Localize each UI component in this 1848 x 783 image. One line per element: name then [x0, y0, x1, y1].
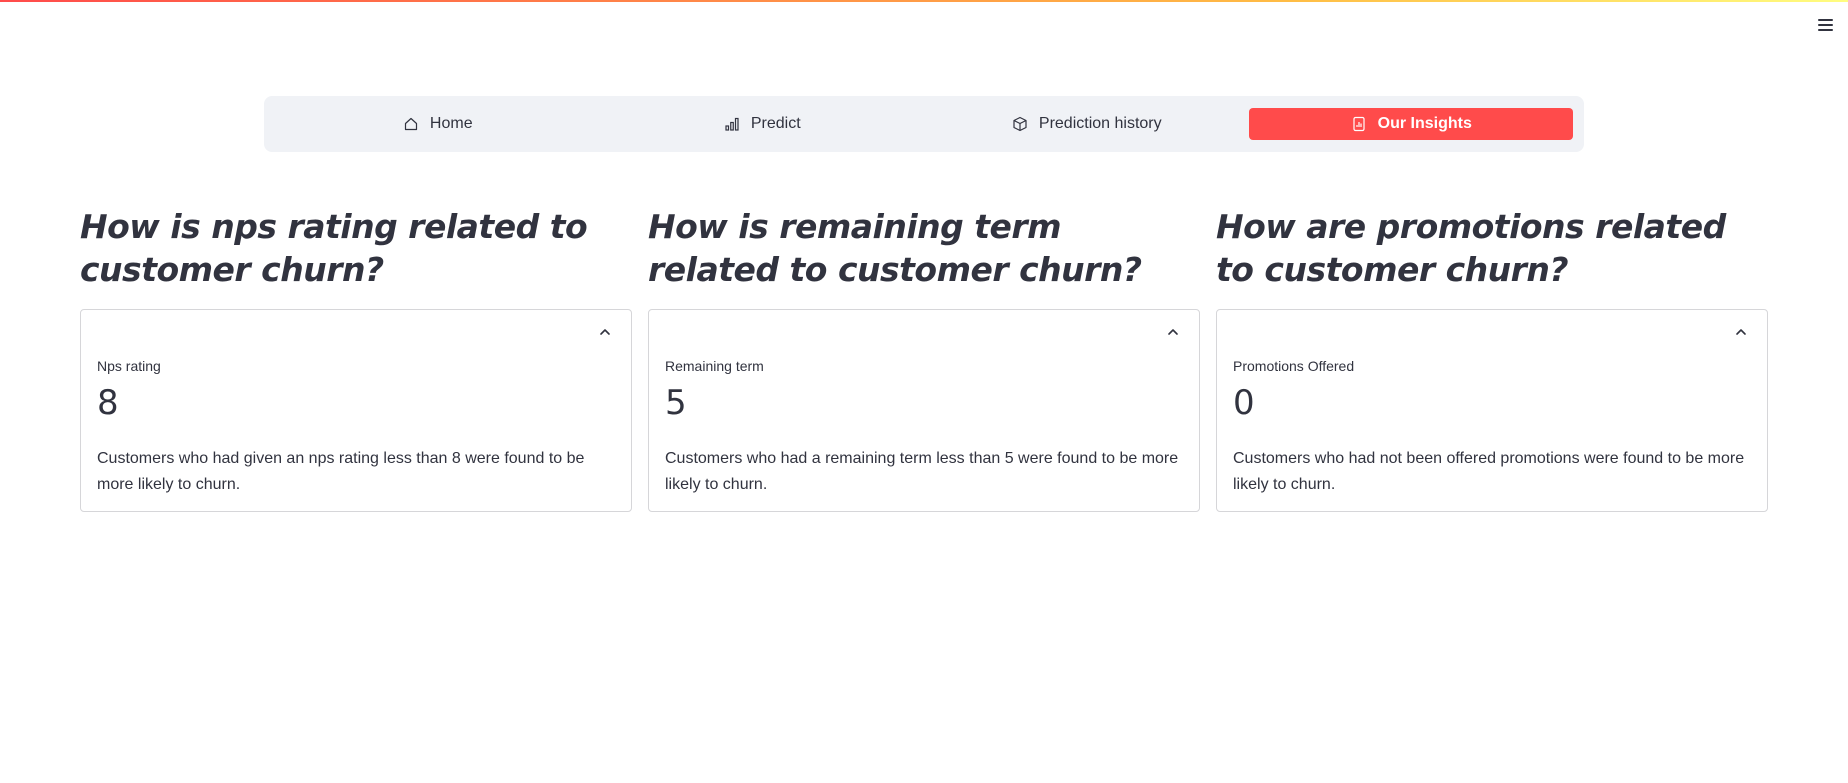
insight-description: Customers who had given an nps rating le… [97, 450, 585, 493]
nav-item-label: Our Insights [1377, 115, 1472, 132]
insight-title: How is nps rating related to customer ch… [80, 207, 588, 289]
collapse-toggle[interactable] [1165, 324, 1181, 340]
insight-description: Customers who had a remaining term less … [665, 450, 1179, 493]
nav-item-home[interactable]: Home [275, 108, 600, 140]
metric-label: Nps rating [97, 358, 161, 374]
insight-title: How is remaining term related to custome… [648, 207, 1142, 289]
main-menu-button[interactable] [1814, 14, 1836, 36]
insight-column-remaining-term: How is remaining term related to custome… [648, 205, 1200, 512]
chevron-up-icon [1736, 329, 1746, 335]
metric-value: 8 [97, 383, 119, 423]
insight-column-promotions: How are promotions related to customer c… [1216, 205, 1768, 512]
nav-item-label: Home [429, 115, 473, 132]
bar-chart-icon [723, 115, 741, 133]
hamburger-icon-line [1817, 29, 1833, 31]
chevron-up-icon [1168, 329, 1178, 335]
nav-item-predict[interactable]: Predict [600, 108, 925, 140]
insight-description: Customers who had not been offered promo… [1233, 450, 1745, 493]
nav-item-label: Predict [750, 115, 801, 132]
hamburger-icon-line [1817, 24, 1833, 26]
insight-expander: Nps rating 8 Customers who had given an … [80, 309, 632, 512]
top-decoration-bar [0, 0, 1848, 2]
insight-expander: Remaining term 5 Customers who had a rem… [648, 309, 1200, 512]
hamburger-icon [1817, 19, 1833, 21]
chevron-up-icon [600, 329, 610, 335]
nav-item-our-insights[interactable]: Our Insights [1248, 108, 1573, 140]
collapse-toggle[interactable] [1733, 324, 1749, 340]
insights-columns: How is nps rating related to customer ch… [80, 205, 1768, 512]
metric-value: 5 [665, 383, 687, 423]
metric-label: Promotions Offered [1233, 358, 1355, 374]
metric-value: 0 [1233, 383, 1255, 423]
collapse-toggle[interactable] [597, 324, 613, 340]
insight-title: How are promotions related to customer c… [1216, 207, 1726, 289]
metric-label: Remaining term [665, 358, 764, 374]
report-icon [1350, 115, 1368, 133]
box-icon [1011, 115, 1029, 133]
nav-item-label: Prediction history [1038, 115, 1162, 132]
insight-expander: Promotions Offered 0 Customers who had n… [1216, 309, 1768, 512]
home-icon [402, 115, 420, 133]
insight-column-nps: How is nps rating related to customer ch… [80, 205, 632, 512]
nav-item-prediction-history[interactable]: Prediction history [924, 108, 1249, 140]
navigation-menu: Home Predict Prediction history Our Insi… [264, 96, 1584, 152]
